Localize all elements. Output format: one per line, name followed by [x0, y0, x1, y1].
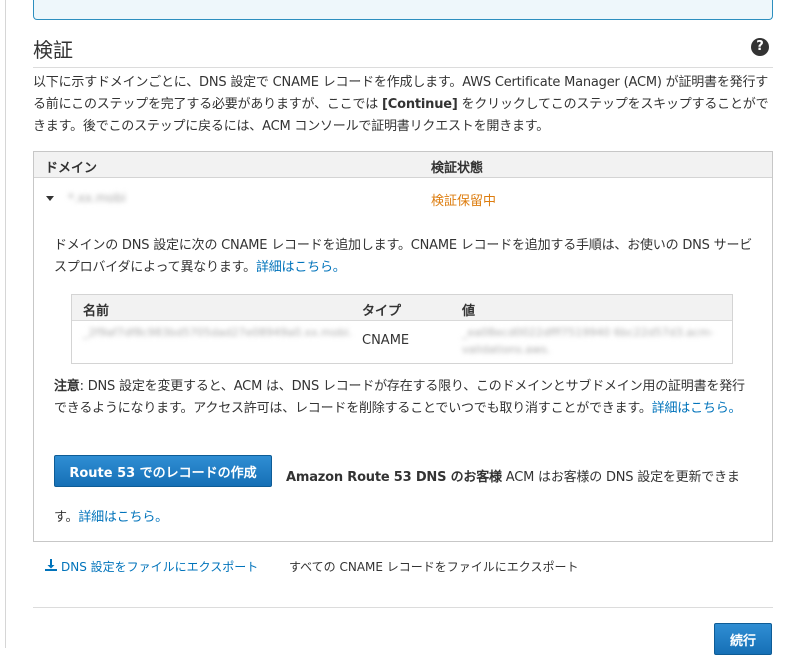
- note-body: : DNS 設定を変更すると、ACM は、DNS レコードが存在する限り、このド…: [54, 379, 745, 416]
- note-text: 注意: DNS 設定を変更すると、ACM は、DNS レコードが存在する限り、こ…: [54, 376, 754, 420]
- intro-text: 以下に示すドメインごとに、DNS 設定で CNAME レコードを作成します。AW…: [33, 72, 778, 138]
- intro-continue-label: [Continue]: [382, 97, 458, 112]
- caret-down-icon[interactable]: [46, 196, 54, 201]
- header-domain: ドメイン: [45, 161, 98, 176]
- route53-customers-label: Amazon Route 53 DNS のお客様: [286, 470, 502, 485]
- footer-divider: [33, 607, 773, 608]
- header-type: タイプ: [362, 304, 402, 319]
- info-panel: [33, 0, 773, 20]
- record-row: _2f9af7df8c983bd5705dad27e08949a0.xx.mob…: [72, 321, 732, 363]
- cname-instructions-text: ドメインの DNS 設定に次の CNAME レコードを追加します。CNAME レ…: [54, 238, 753, 275]
- cname-record-table: 名前 タイプ 値 _2f9af7df8c983bd5705dad27e08949…: [71, 294, 733, 364]
- left-border: [5, 0, 6, 648]
- header-value: 値: [462, 304, 476, 319]
- create-record-route53-button[interactable]: Route 53 でのレコードの作成: [54, 455, 272, 487]
- export-all-cname-text[interactable]: すべての CNAME レコードをファイルにエクスポート: [289, 558, 578, 575]
- domain-validation-table: ドメイン 検証状態 *.xx.mobi 検証保留中 ドメインの DNS 設定に次…: [33, 151, 773, 542]
- question-circle-icon[interactable]: ?: [751, 38, 769, 56]
- learn-more-link[interactable]: 詳細はこちら。: [256, 260, 346, 275]
- header-validation-status: 検証状態: [431, 161, 484, 176]
- validation-status: 検証保留中: [431, 194, 497, 209]
- route53-learn-more-link[interactable]: 詳細はこちら。: [78, 510, 168, 525]
- download-icon[interactable]: [44, 558, 58, 572]
- record-name: _2f9af7df8c983bd5705dad27e08949a0.xx.mob…: [83, 326, 353, 339]
- cname-instructions: ドメインの DNS 設定に次の CNAME レコードを追加します。CNAME レ…: [54, 235, 754, 279]
- domain-name: *.xx.mobi: [68, 191, 126, 205]
- title-divider: [33, 67, 773, 68]
- domain-table-header: ドメイン 検証状態: [34, 152, 772, 178]
- continue-button[interactable]: 続行: [714, 623, 772, 655]
- export-dns-link[interactable]: DNS 設定をファイルにエクスポート: [61, 558, 258, 575]
- record-type: CNAME: [362, 333, 410, 348]
- record-table-header: 名前 タイプ 値: [72, 295, 732, 321]
- domain-row[interactable]: *.xx.mobi 検証保留中: [34, 178, 772, 218]
- note-label: 注意: [54, 379, 80, 394]
- header-name: 名前: [83, 304, 110, 319]
- note-learn-more-link[interactable]: 詳細はこちら。: [652, 401, 742, 416]
- section-title: 検証: [33, 38, 73, 62]
- record-value: _ea08ecd0022dfff7519940 6bc22d57d3.acm-v…: [462, 326, 714, 356]
